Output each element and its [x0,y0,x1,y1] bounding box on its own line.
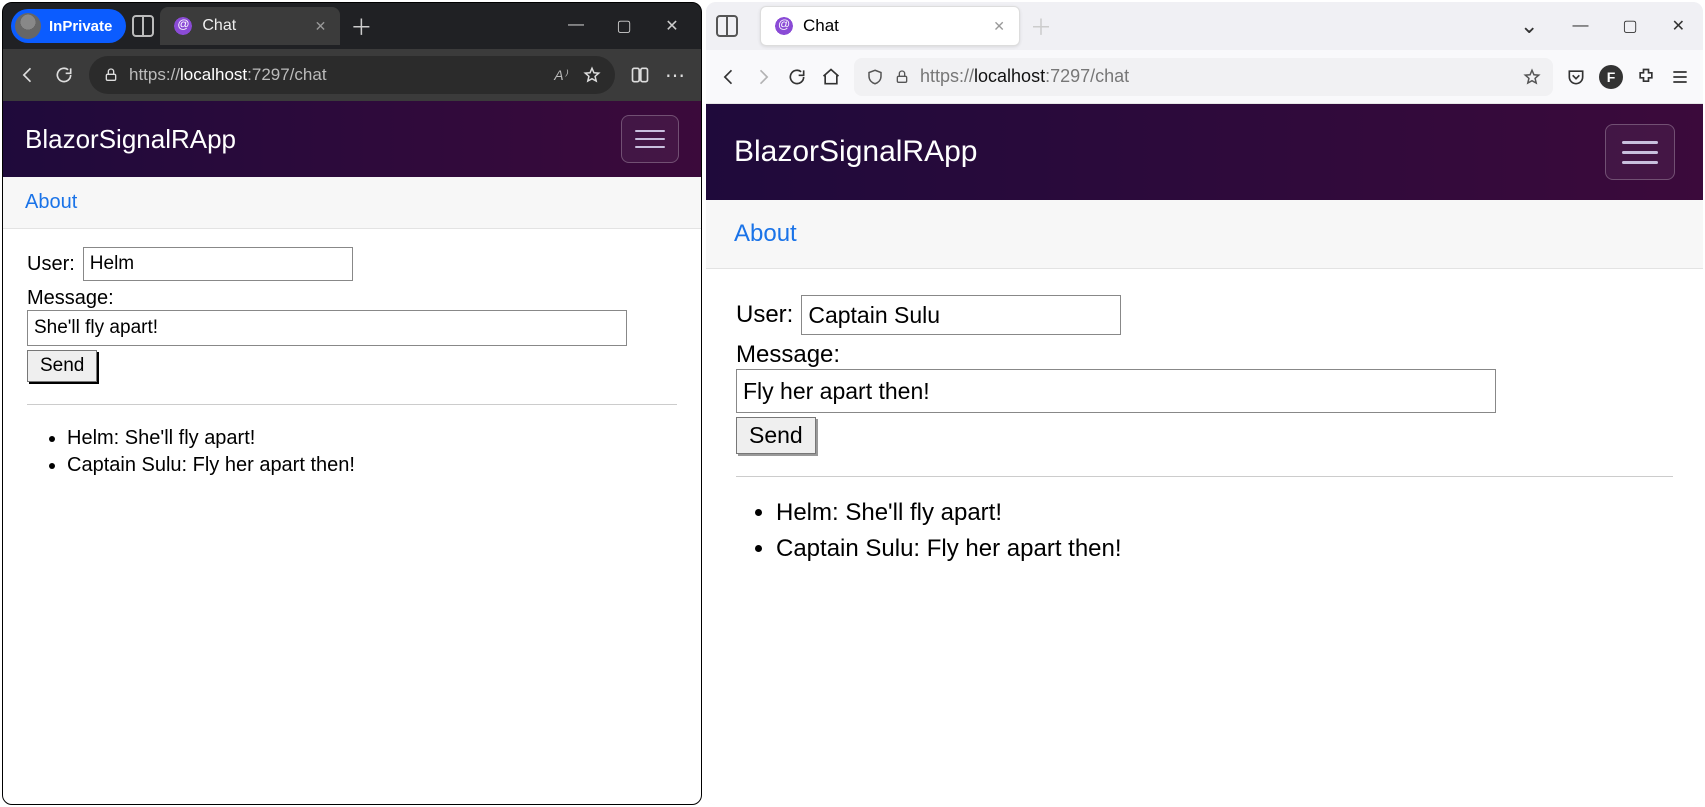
firefox-window: Chat ✕ ＋ ⌄ — ▢ ✕ [706,2,1703,805]
message-item: Helm: She'll fly apart! [67,427,677,450]
firefox-view-icon[interactable] [716,15,738,37]
message-label: Message: [27,287,114,309]
tab-actions-icon[interactable] [132,15,154,37]
url-scheme: https:// [920,66,974,86]
inprivate-badge[interactable]: InPrivate [11,9,126,43]
tab-title: Chat [803,16,839,36]
url-path: :7297/chat [247,65,326,84]
message-item: Helm: She'll fly apart! [776,499,1673,527]
back-icon[interactable] [17,64,39,86]
app-title: BlazorSignalRApp [734,135,977,169]
tab-title: Chat [202,17,236,35]
url-host: localhost [180,65,247,84]
close-tab-icon[interactable]: ✕ [315,18,327,35]
tab-list-icon[interactable]: ⌄ [1520,13,1538,39]
account-icon[interactable]: F [1599,65,1623,89]
about-label: About [25,191,77,213]
pocket-icon[interactable] [1565,66,1587,88]
profile-avatar-icon [15,13,41,39]
inprivate-label: InPrivate [49,18,112,35]
close-window-icon[interactable]: ✕ [1672,16,1685,36]
lock-icon [103,67,119,83]
message-item: Captain Sulu: Fly her apart then! [67,454,677,477]
blazor-icon [775,17,793,35]
edge-titlebar: InPrivate Chat ✕ ＋ — ▢ ✕ [3,3,701,49]
message-item: Captain Sulu: Fly her apart then! [776,535,1673,563]
edge-toolbar: https://localhost:7297/chat A⁾ ⋯ [3,49,701,101]
minimize-icon[interactable]: — [1572,17,1588,35]
message-label: Message: [736,341,840,368]
user-label: User: [736,301,793,329]
favorite-icon[interactable] [583,66,601,84]
hamburger-button[interactable] [621,115,679,163]
about-label: About [734,220,797,247]
url-host: localhost [974,66,1045,86]
lock-icon[interactable] [894,69,910,85]
message-input[interactable] [27,310,627,346]
page-content-left: BlazorSignalRApp About User: Message: Se… [3,101,701,804]
read-aloud-icon[interactable]: A⁾ [554,67,567,84]
page-content-right: BlazorSignalRApp About User: Message: Se… [706,104,1703,805]
chat-form: User: Message: Send Helm: She'll fly apa… [706,269,1703,597]
chat-form: User: Message: Send Helm: She'll fly apa… [3,229,701,499]
bookmark-icon[interactable] [1523,68,1541,86]
address-bar[interactable]: https://localhost:7297/chat [854,58,1553,96]
app-header: BlazorSignalRApp [3,101,701,177]
app-title: BlazorSignalRApp [25,124,236,155]
more-icon[interactable]: ⋯ [665,64,687,86]
url-text: https://localhost:7297/chat [920,66,1129,87]
home-icon[interactable] [820,66,842,88]
divider [736,476,1673,477]
address-bar[interactable]: https://localhost:7297/chat A⁾ [89,56,615,94]
send-button[interactable]: Send [736,417,816,454]
new-tab-button[interactable]: ＋ [1026,10,1056,42]
url-scheme: https:// [129,65,180,84]
browser-tab[interactable]: Chat ✕ [160,7,340,45]
url-path: :7297/chat [1045,66,1129,86]
refresh-icon[interactable] [786,66,808,88]
browser-tab[interactable]: Chat ✕ [760,6,1020,46]
about-link[interactable]: About [706,200,1703,269]
refresh-icon[interactable] [53,64,75,86]
user-input[interactable] [801,295,1121,335]
new-tab-button[interactable]: ＋ [346,10,376,42]
about-link[interactable]: About [3,177,701,229]
window-controls: — ▢ ✕ [567,16,701,36]
send-button[interactable]: Send [27,350,97,382]
user-label: User: [27,253,75,276]
message-list: Helm: She'll fly apart! Captain Sulu: Fly… [27,427,677,477]
app-header: BlazorSignalRApp [706,104,1703,200]
minimize-icon[interactable]: — [567,16,585,36]
url-text: https://localhost:7297/chat [129,65,327,85]
maximize-icon[interactable]: ▢ [615,16,633,36]
close-window-icon[interactable]: ✕ [663,16,681,36]
forward-icon [752,66,774,88]
close-tab-icon[interactable]: ✕ [993,18,1005,35]
blazor-icon [174,17,192,35]
firefox-toolbar: https://localhost:7297/chat F [706,50,1703,104]
shield-icon[interactable] [866,68,884,86]
message-input[interactable] [736,369,1496,413]
divider [27,404,677,405]
extensions-icon[interactable] [1635,66,1657,88]
user-input[interactable] [83,247,353,281]
app-menu-icon[interactable] [1669,66,1691,88]
maximize-icon[interactable]: ▢ [1622,16,1637,36]
edge-window: InPrivate Chat ✕ ＋ — ▢ ✕ [2,2,702,805]
account-letter: F [1607,69,1616,85]
split-screen-icon[interactable] [629,64,651,86]
message-list: Helm: She'll fly apart! Captain Sulu: Fly… [736,499,1673,563]
back-icon[interactable] [718,66,740,88]
hamburger-button[interactable] [1605,124,1675,180]
firefox-titlebar: Chat ✕ ＋ ⌄ — ▢ ✕ [706,2,1703,50]
